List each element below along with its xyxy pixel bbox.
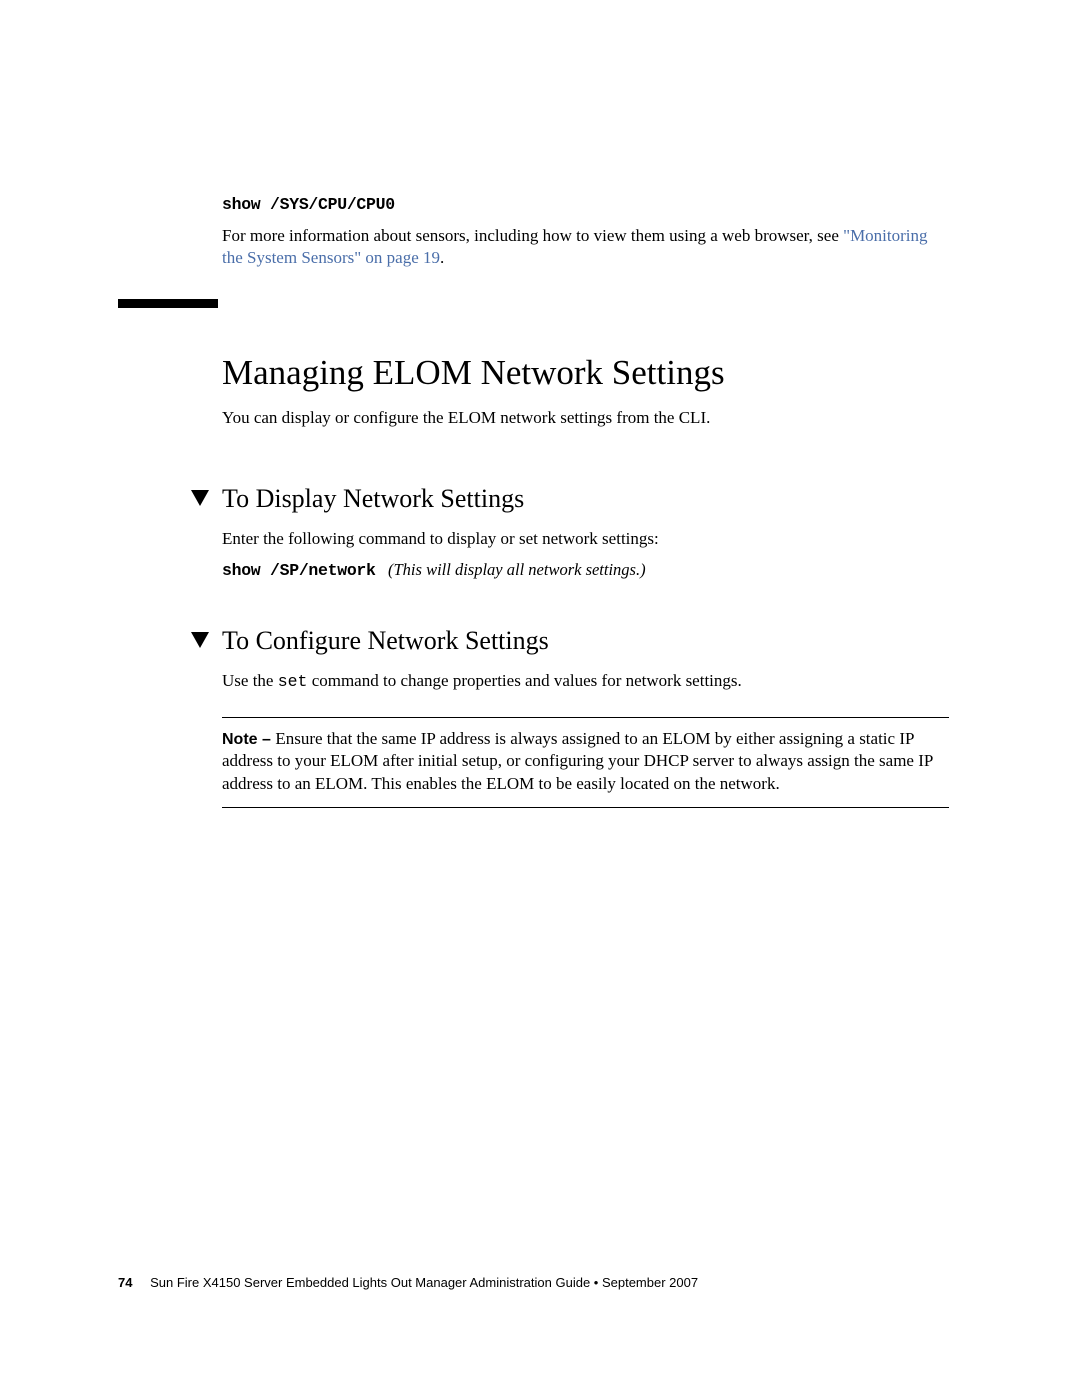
sub1-command-line: show /SP/network (This will display all … [222, 560, 949, 580]
subsection-heading: To Display Network Settings [222, 484, 949, 514]
sub2-para-code: set [278, 672, 308, 691]
triangle-icon [191, 632, 209, 648]
sub2-para: Use the set command to change properties… [222, 671, 949, 691]
triangle-icon [191, 490, 209, 506]
subsection-heading: To Configure Network Settings [222, 626, 949, 656]
page-footer: 74 Sun Fire X4150 Server Embedded Lights… [118, 1275, 698, 1290]
sub2-para-pre: Use the [222, 671, 278, 690]
page-number: 74 [118, 1275, 132, 1290]
note-box: Note – Ensure that the same IP address i… [222, 717, 949, 808]
section-title: Managing ELOM Network Settings [222, 353, 949, 393]
sub1-command-note: (This will display all network settings.… [388, 560, 646, 579]
top-command: show /SYS/CPU/CPU0 [222, 195, 949, 214]
top-para-pre: For more information about sensors, incl… [222, 226, 843, 245]
note-label: Note – [222, 731, 275, 748]
note-body: Ensure that the same IP address is alway… [222, 729, 933, 793]
sub1-para: Enter the following command to display o… [222, 529, 949, 549]
section-rule [118, 299, 218, 308]
sub2-para-post: command to change properties and values … [307, 671, 741, 690]
sub1-command: show /SP/network [222, 561, 376, 580]
footer-doc-title: Sun Fire X4150 Server Embedded Lights Ou… [150, 1275, 698, 1290]
subsection-configure: To Configure Network Settings Use the se… [222, 626, 949, 808]
top-para-post: . [440, 248, 444, 267]
section-intro: You can display or configure the ELOM ne… [222, 408, 949, 428]
subsection-display: To Display Network Settings Enter the fo… [222, 484, 949, 580]
top-paragraph: For more information about sensors, incl… [222, 225, 949, 270]
page-body: show /SYS/CPU/CPU0 For more information … [0, 0, 1080, 808]
